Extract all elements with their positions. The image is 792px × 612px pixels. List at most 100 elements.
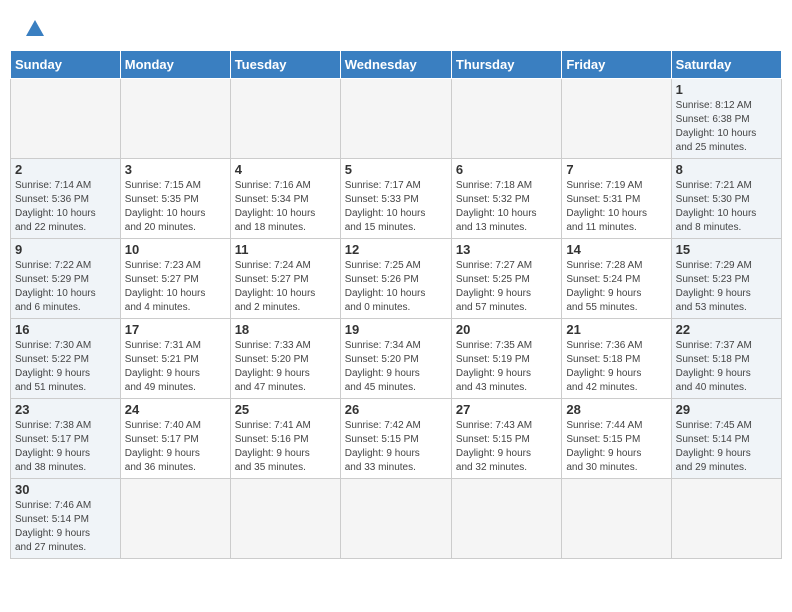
weekday-monday: Monday: [120, 51, 230, 79]
day-number: 8: [676, 162, 777, 177]
day-info: Sunrise: 7:19 AM Sunset: 5:31 PM Dayligh…: [566, 179, 666, 235]
day-info: Sunrise: 8:12 AM Sunset: 6:38 PM Dayligh…: [676, 99, 777, 155]
calendar-cell: 2Sunrise: 7:14 AM Sunset: 5:36 PM Daylig…: [11, 159, 121, 239]
calendar-cell: [230, 479, 340, 559]
day-number: 25: [235, 402, 336, 417]
calendar-cell: [562, 479, 671, 559]
day-number: 14: [566, 242, 666, 257]
day-info: Sunrise: 7:15 AM Sunset: 5:35 PM Dayligh…: [125, 179, 226, 235]
day-info: Sunrise: 7:21 AM Sunset: 5:30 PM Dayligh…: [676, 179, 777, 235]
day-number: 23: [15, 402, 116, 417]
day-info: Sunrise: 7:14 AM Sunset: 5:36 PM Dayligh…: [15, 179, 116, 235]
day-number: 21: [566, 322, 666, 337]
day-info: Sunrise: 7:29 AM Sunset: 5:23 PM Dayligh…: [676, 259, 777, 315]
calendar-week-row: 16 Sunrise: 7:30 AM Sunset: 5:22 PM Dayli…: [11, 319, 782, 399]
day-info: Sunrise: 7:46 AM Sunset: 5:14 PM Dayligh…: [15, 499, 116, 555]
calendar-cell: 4 Sunrise: 7:16 AM Sunset: 5:34 PM Daylig…: [230, 159, 340, 239]
day-number: 27: [456, 402, 557, 417]
day-info: Sunrise: 7:38 AM Sunset: 5:17 PM Dayligh…: [15, 419, 116, 475]
calendar-cell: 13 Sunrise: 7:27 AM Sunset: 5:25 PM Dayli…: [451, 239, 561, 319]
day-number: 29: [676, 402, 777, 417]
calendar-cell: 8 Sunrise: 7:21 AM Sunset: 5:30 PM Daylig…: [671, 159, 781, 239]
day-number: 1: [676, 82, 777, 97]
calendar-cell: [671, 479, 781, 559]
calendar-cell: 30Sunrise: 7:46 AM Sunset: 5:14 PM Dayli…: [11, 479, 121, 559]
calendar-cell: [230, 79, 340, 159]
calendar-cell: 1 Sunrise: 8:12 AM Sunset: 6:38 PM Daylig…: [671, 79, 781, 159]
page-header: [10, 10, 782, 46]
calendar-cell: 25 Sunrise: 7:41 AM Sunset: 5:16 PM Dayli…: [230, 399, 340, 479]
day-info: Sunrise: 7:22 AM Sunset: 5:29 PM Dayligh…: [15, 259, 116, 315]
weekday-thursday: Thursday: [451, 51, 561, 79]
calendar-cell: 20Sunrise: 7:35 AM Sunset: 5:19 PM Dayli…: [451, 319, 561, 399]
day-number: 15: [676, 242, 777, 257]
logo-icon: [24, 18, 46, 40]
day-info: Sunrise: 7:17 AM Sunset: 5:33 PM Dayligh…: [345, 179, 447, 235]
day-number: 20: [456, 322, 557, 337]
calendar-cell: 27 Sunrise: 7:43 AM Sunset: 5:15 PM Dayli…: [451, 399, 561, 479]
weekday-tuesday: Tuesday: [230, 51, 340, 79]
day-number: 16: [15, 322, 116, 337]
day-number: 17: [125, 322, 226, 337]
day-number: 10: [125, 242, 226, 257]
day-number: 7: [566, 162, 666, 177]
calendar-cell: 10 Sunrise: 7:23 AM Sunset: 5:27 PM Dayli…: [120, 239, 230, 319]
calendar-cell: [451, 79, 561, 159]
weekday-saturday: Saturday: [671, 51, 781, 79]
day-info: Sunrise: 7:31 AM Sunset: 5:21 PM Dayligh…: [125, 339, 226, 395]
day-number: 6: [456, 162, 557, 177]
day-info: Sunrise: 7:33 AM Sunset: 5:20 PM Dayligh…: [235, 339, 336, 395]
calendar-cell: 3 Sunrise: 7:15 AM Sunset: 5:35 PM Daylig…: [120, 159, 230, 239]
weekday-sunday: Sunday: [11, 51, 121, 79]
day-number: 26: [345, 402, 447, 417]
calendar-cell: 17 Sunrise: 7:31 AM Sunset: 5:21 PM Dayli…: [120, 319, 230, 399]
day-number: 18: [235, 322, 336, 337]
day-number: 24: [125, 402, 226, 417]
day-info: Sunrise: 7:30 AM Sunset: 5:22 PM Dayligh…: [15, 339, 116, 395]
calendar-week-row: 30Sunrise: 7:46 AM Sunset: 5:14 PM Dayli…: [11, 479, 782, 559]
day-info: Sunrise: 7:36 AM Sunset: 5:18 PM Dayligh…: [566, 339, 666, 395]
calendar-cell: [562, 79, 671, 159]
day-info: Sunrise: 7:37 AM Sunset: 5:18 PM Dayligh…: [676, 339, 777, 395]
weekday-header-row: SundayMondayTuesdayWednesdayThursdayFrid…: [11, 51, 782, 79]
logo: [20, 18, 46, 40]
calendar-cell: 14Sunrise: 7:28 AM Sunset: 5:24 PM Dayli…: [562, 239, 671, 319]
calendar-cell: 28Sunrise: 7:44 AM Sunset: 5:15 PM Dayli…: [562, 399, 671, 479]
calendar-cell: 29 Sunrise: 7:45 AM Sunset: 5:14 PM Dayli…: [671, 399, 781, 479]
calendar-week-row: 2Sunrise: 7:14 AM Sunset: 5:36 PM Daylig…: [11, 159, 782, 239]
calendar-cell: [340, 79, 451, 159]
calendar-cell: 24 Sunrise: 7:40 AM Sunset: 5:17 PM Dayli…: [120, 399, 230, 479]
weekday-wednesday: Wednesday: [340, 51, 451, 79]
day-info: Sunrise: 7:34 AM Sunset: 5:20 PM Dayligh…: [345, 339, 447, 395]
day-number: 22: [676, 322, 777, 337]
day-info: Sunrise: 7:41 AM Sunset: 5:16 PM Dayligh…: [235, 419, 336, 475]
calendar-cell: [120, 479, 230, 559]
calendar-cell: 16 Sunrise: 7:30 AM Sunset: 5:22 PM Dayli…: [11, 319, 121, 399]
calendar-cell: 11Sunrise: 7:24 AM Sunset: 5:27 PM Dayli…: [230, 239, 340, 319]
day-number: 9: [15, 242, 116, 257]
day-number: 3: [125, 162, 226, 177]
day-number: 4: [235, 162, 336, 177]
day-number: 11: [235, 242, 336, 257]
calendar-cell: [11, 79, 121, 159]
calendar-week-row: 9 Sunrise: 7:22 AM Sunset: 5:29 PM Daylig…: [11, 239, 782, 319]
day-number: 12: [345, 242, 447, 257]
day-info: Sunrise: 7:16 AM Sunset: 5:34 PM Dayligh…: [235, 179, 336, 235]
day-number: 13: [456, 242, 557, 257]
calendar-cell: [451, 479, 561, 559]
calendar-week-row: 23 Sunrise: 7:38 AM Sunset: 5:17 PM Dayli…: [11, 399, 782, 479]
weekday-friday: Friday: [562, 51, 671, 79]
day-info: Sunrise: 7:45 AM Sunset: 5:14 PM Dayligh…: [676, 419, 777, 475]
day-number: 5: [345, 162, 447, 177]
day-info: Sunrise: 7:40 AM Sunset: 5:17 PM Dayligh…: [125, 419, 226, 475]
calendar-cell: 6Sunrise: 7:18 AM Sunset: 5:32 PM Daylig…: [451, 159, 561, 239]
calendar-cell: 19 Sunrise: 7:34 AM Sunset: 5:20 PM Dayli…: [340, 319, 451, 399]
calendar-cell: 26Sunrise: 7:42 AM Sunset: 5:15 PM Dayli…: [340, 399, 451, 479]
calendar-cell: [340, 479, 451, 559]
day-info: Sunrise: 7:43 AM Sunset: 5:15 PM Dayligh…: [456, 419, 557, 475]
calendar-cell: 18 Sunrise: 7:33 AM Sunset: 5:20 PM Dayli…: [230, 319, 340, 399]
day-info: Sunrise: 7:25 AM Sunset: 5:26 PM Dayligh…: [345, 259, 447, 315]
day-info: Sunrise: 7:23 AM Sunset: 5:27 PM Dayligh…: [125, 259, 226, 315]
day-number: 19: [345, 322, 447, 337]
day-info: Sunrise: 7:27 AM Sunset: 5:25 PM Dayligh…: [456, 259, 557, 315]
